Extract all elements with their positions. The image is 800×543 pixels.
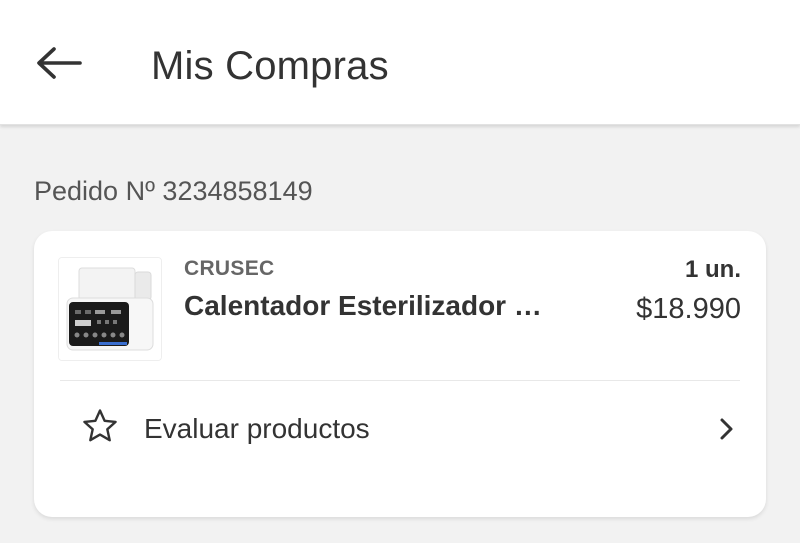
- product-quantity: 1 un.: [684, 256, 741, 283]
- bottle-warmer-product-image: [59, 258, 161, 360]
- arrow-left-icon: [37, 47, 82, 79]
- chevron-right-icon: [720, 418, 733, 440]
- product-name[interactable]: Calentador Esterilizador …: [184, 288, 584, 324]
- product-image[interactable]: [58, 257, 162, 361]
- page-title: Mis Compras: [151, 44, 389, 88]
- review-products-button[interactable]: Evaluar productos: [34, 381, 766, 481]
- review-products-label: Evaluar productos: [144, 413, 370, 444]
- star-outline-icon: [83, 409, 117, 442]
- back-button[interactable]: [24, 32, 94, 94]
- app-bar: Mis Compras: [0, 0, 800, 125]
- product-brand: CRUSEC: [184, 257, 275, 280]
- order-number: Pedido Nº 3234858149: [34, 176, 313, 206]
- product-price: $18.990: [636, 293, 741, 325]
- order-card: CRUSEC Calentador Esterilizador … 1 un. …: [34, 231, 766, 517]
